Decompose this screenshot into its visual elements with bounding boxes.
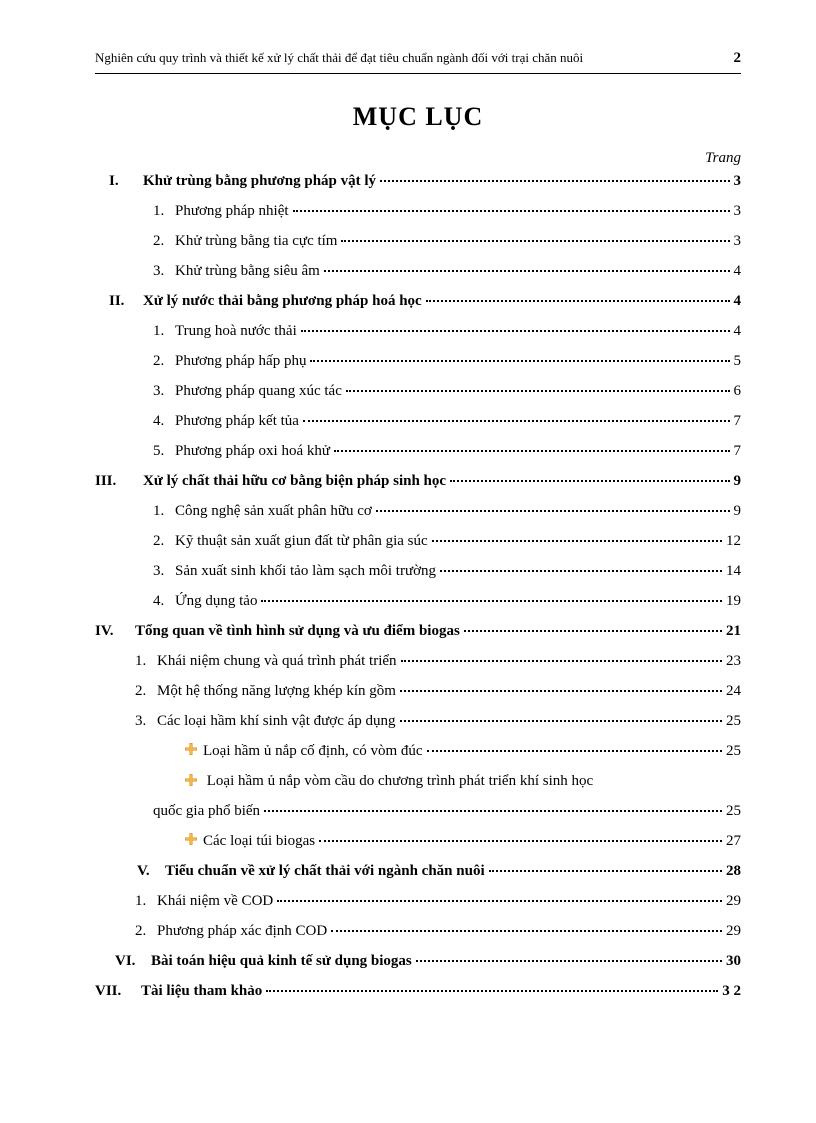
toc-num: I. <box>109 173 143 190</box>
toc-item: 1.Trung hoà nước thải4 <box>95 323 741 340</box>
toc-item: 5.Phương pháp oxi hoá khử7 <box>95 443 741 460</box>
toc-item: 3.Khử trùng bằng siêu âm4 <box>95 263 741 280</box>
toc-section-4: IV. Tổng quan về tình hình sử dụng và ưu… <box>95 623 741 640</box>
toc-bullet-item-wrapped: Loại hầm ủ nắp vòm cầu do chương trình p… <box>95 773 741 790</box>
header-text: Nghiên cứu quy trình và thiết kế xử lý c… <box>95 50 726 66</box>
bullet-plus-icon <box>185 774 197 786</box>
toc-item: 2.Phương pháp hấp phụ5 <box>95 353 741 370</box>
page-title: MỤC LỤC <box>95 102 741 132</box>
toc-bullet-item: Loại hầm ủ nắp cố định, có vòm đúc 25 <box>95 743 741 760</box>
toc-text: Khử trùng bằng phương pháp vật lý <box>143 173 376 190</box>
toc-section-5: V. Tiểu chuẩn về xử lý chất thải với ngà… <box>95 863 741 880</box>
toc-item: 3.Sản xuất sinh khối tảo làm sạch môi tr… <box>95 563 741 580</box>
toc-item: 1.Phương pháp nhiệt3 <box>95 203 741 220</box>
toc-page: 3 <box>734 173 742 190</box>
toc-bullet-item: Các loại túi biogas 27 <box>95 833 741 850</box>
toc-leader <box>380 180 729 182</box>
page: Nghiên cứu quy trình và thiết kế xử lý c… <box>0 0 816 1053</box>
toc-item: 2.Phương pháp xác định COD29 <box>95 923 741 940</box>
toc-item: 1.Khái niệm về COD29 <box>95 893 741 910</box>
page-header: Nghiên cứu quy trình và thiết kế xử lý c… <box>95 50 741 67</box>
bullet-plus-icon <box>185 743 197 755</box>
toc-section-6: VI. Bài toán hiệu quả kinh tế sử dụng bi… <box>95 953 741 970</box>
page-column-label: Trang <box>95 150 741 167</box>
table-of-contents: I. Khử trùng bằng phương pháp vật lý 3 1… <box>95 173 741 1000</box>
toc-section-2: II. Xử lý nước thải bằng phương pháp hoá… <box>95 293 741 310</box>
toc-section-1: I. Khử trùng bằng phương pháp vật lý 3 <box>95 173 741 190</box>
header-rule <box>95 73 741 74</box>
toc-item: 2.Kỹ thuật sản xuất giun đất từ phân gia… <box>95 533 741 550</box>
toc-section-7: VII. Tài liệu tham khảo 3 2 <box>95 983 741 1000</box>
toc-section-3: III. Xử lý chất thải hữu cơ bằng biện ph… <box>95 473 741 490</box>
header-page-number: 2 <box>734 50 742 67</box>
toc-item: 3.Các loại hầm khí sinh vật được áp dụng… <box>95 713 741 730</box>
toc-item: 1.Công nghệ sản xuất phân hữu cơ9 <box>95 503 741 520</box>
toc-bullet-continuation: quốc gia phổ biến 25 <box>95 803 741 820</box>
toc-item: 4.Phương pháp kết tủa7 <box>95 413 741 430</box>
toc-item: 2.Khử trùng bằng tia cực tím3 <box>95 233 741 250</box>
bullet-plus-icon <box>185 833 197 845</box>
toc-item: 3.Phương pháp quang xúc tác6 <box>95 383 741 400</box>
toc-item: 4.Ứng dụng tảo19 <box>95 593 741 610</box>
toc-item: 2.Một hệ thống năng lượng khép kín gồm24 <box>95 683 741 700</box>
toc-item: 1.Khái niệm chung và quá trình phát triể… <box>95 653 741 670</box>
